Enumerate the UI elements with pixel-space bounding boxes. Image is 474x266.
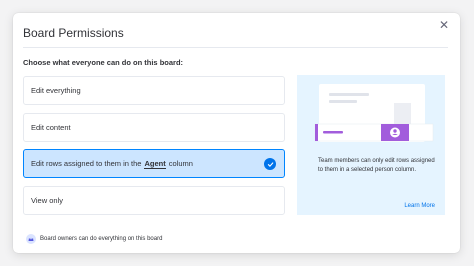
option-edit-everything[interactable]: Edit everything: [23, 76, 285, 105]
option-label: View only: [31, 195, 63, 205]
option-label: Edit content: [31, 122, 71, 132]
title-divider: [23, 47, 448, 48]
owners-note: Board owners can do everything on this b…: [26, 234, 162, 244]
option-label-suffix: column: [168, 159, 193, 168]
option-edit-assigned-rows[interactable]: Edit rows assigned to them in the Agent …: [23, 149, 285, 178]
owners-note-text: Board owners can do everything on this b…: [40, 236, 163, 242]
board-permissions-dialog: ✕ Board Permissions Choose what everyone…: [13, 13, 460, 253]
permission-info-panel: Team members can only edit rows assigned…: [297, 75, 445, 215]
crown-badge-icon: [26, 234, 36, 244]
agent-column-selector[interactable]: Agent: [144, 159, 166, 169]
close-icon[interactable]: ✕: [437, 18, 451, 32]
permission-options: Edit everything Edit content Edit rows a…: [23, 76, 285, 222]
assigned-rows-illustration: [314, 84, 434, 142]
checkmark-icon: [264, 158, 276, 170]
option-view-only[interactable]: View only: [23, 185, 285, 215]
learn-more-link[interactable]: Learn More: [404, 203, 435, 209]
dialog-title: Board Permissions: [23, 26, 124, 40]
option-label: Edit everything: [31, 86, 81, 95]
option-edit-content[interactable]: Edit content: [23, 112, 285, 142]
permissions-subtitle: Choose what everyone can do on this boar…: [23, 58, 184, 67]
option-label-prefix: Edit rows assigned to them in the: [31, 159, 142, 168]
info-description: Team members can only edit rows assigned…: [318, 158, 435, 173]
